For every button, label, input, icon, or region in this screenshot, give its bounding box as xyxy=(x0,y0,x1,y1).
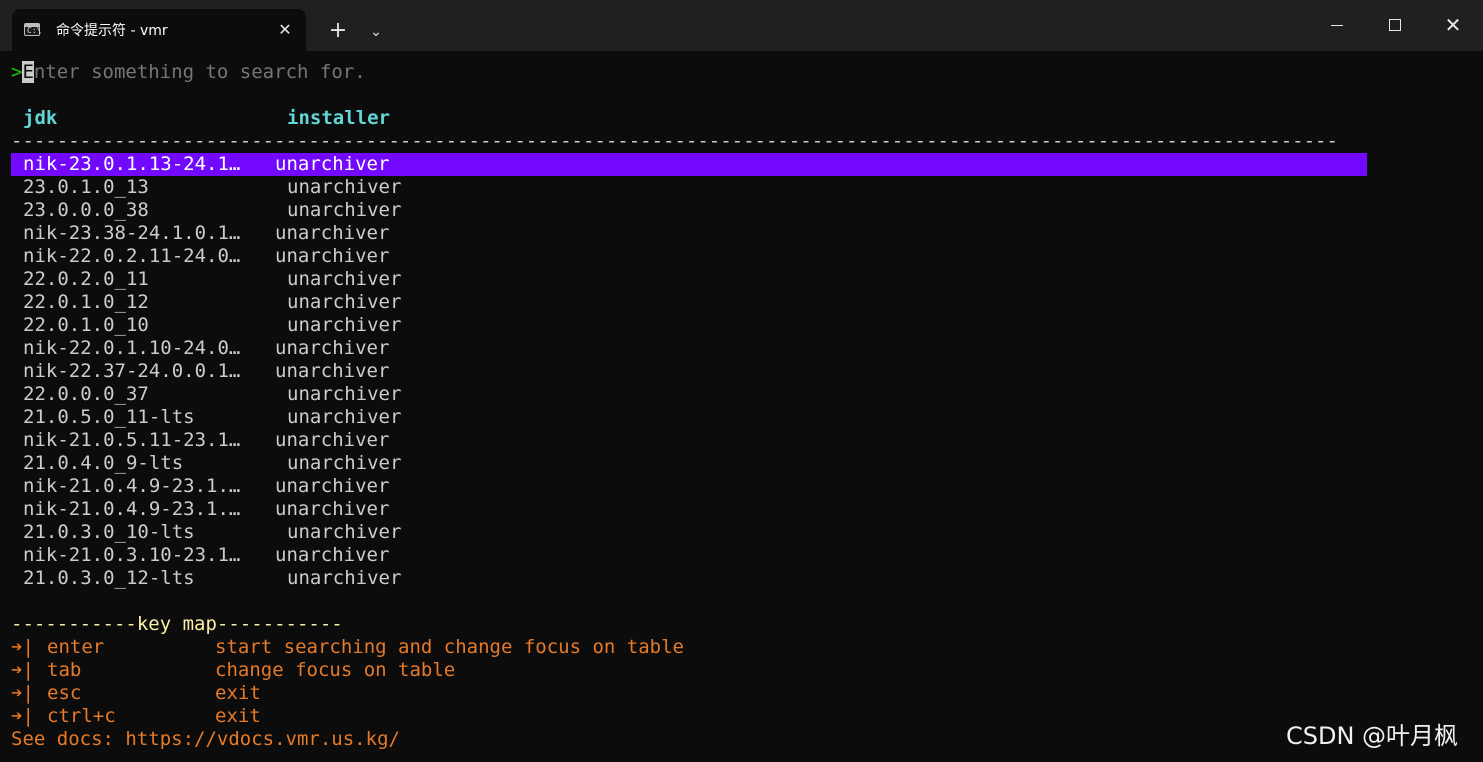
keymap-description: start searching and change focus on tabl… xyxy=(215,636,684,658)
table-row-jdk[interactable]: 21.0.3.0_10-lts xyxy=(23,521,195,544)
table-row-jdk[interactable]: 23.0.1.0_13 xyxy=(23,176,149,199)
table-row-jdk[interactable]: 21.0.3.0_12-lts xyxy=(23,567,195,590)
table-row-jdk[interactable]: nik-21.0.3.10-23.1… xyxy=(23,544,240,567)
table-row-jdk[interactable]: 22.0.2.0_11 xyxy=(23,268,149,291)
keymap-title: -----------key map----------- xyxy=(11,613,343,635)
terminal-tab[interactable]: C:\ 命令提示符 - vmr ✕ xyxy=(12,9,306,51)
table-separator: ----------------------------------------… xyxy=(11,130,1338,152)
table-row-installer[interactable]: unarchiver xyxy=(287,567,401,590)
search-input[interactable]: >Enter something to search for. xyxy=(11,61,366,84)
table-row-jdk[interactable]: nik-22.37-24.0.0.1… xyxy=(23,360,240,383)
tab-title: 命令提示符 - vmr xyxy=(56,23,168,39)
watermark: CSDN @叶月枫 xyxy=(1286,722,1459,750)
keymap-description: exit xyxy=(215,682,261,704)
maximize-button[interactable] xyxy=(1375,8,1415,42)
table-row-installer[interactable]: unarchiver xyxy=(275,498,389,521)
table-row-jdk[interactable]: 22.0.1.0_10 xyxy=(23,314,149,337)
table-row-jdk[interactable]: nik-22.0.2.11-24.0… xyxy=(23,245,240,268)
table-row-installer[interactable]: unarchiver xyxy=(275,153,389,176)
table-row-installer[interactable]: unarchiver xyxy=(275,475,389,498)
search-placeholder: nter something to search for. xyxy=(33,61,366,83)
keymap-arrow-icon: ➔| xyxy=(11,659,34,681)
column-header-installer[interactable]: installer xyxy=(287,107,390,130)
table-row-jdk[interactable]: 22.0.1.0_12 xyxy=(23,291,149,314)
table-row-jdk[interactable]: nik-23.38-24.1.0.1… xyxy=(23,222,240,245)
table-row-jdk[interactable]: 22.0.0.0_37 xyxy=(23,383,149,406)
keymap-arrow-icon: ➔| xyxy=(11,636,34,658)
table-row-installer[interactable]: unarchiver xyxy=(275,429,389,452)
table-row-installer[interactable]: unarchiver xyxy=(275,337,389,360)
table-row-installer[interactable]: unarchiver xyxy=(275,245,389,268)
table-row-installer[interactable]: unarchiver xyxy=(275,222,389,245)
chevron-down-icon[interactable]: ⌄ xyxy=(362,18,390,46)
cmd-icon: C:\ xyxy=(24,23,41,36)
table-row-installer[interactable]: unarchiver xyxy=(287,406,401,429)
table-row-installer[interactable]: unarchiver xyxy=(287,199,401,222)
title-bar: C:\ 命令提示符 - vmr ✕ + ⌄ ✕ xyxy=(0,0,1483,51)
minimize-button[interactable] xyxy=(1317,8,1357,42)
text-cursor: E xyxy=(22,61,34,83)
table-row-jdk[interactable]: 21.0.5.0_11-lts xyxy=(23,406,195,429)
table-row-installer[interactable]: unarchiver xyxy=(287,383,401,406)
table-row-jdk[interactable]: nik-21.0.5.11-23.1… xyxy=(23,429,240,452)
table-row-installer[interactable]: unarchiver xyxy=(287,452,401,475)
close-tab-icon[interactable]: ✕ xyxy=(275,19,295,41)
table-row-installer[interactable]: unarchiver xyxy=(287,176,401,199)
keymap-key: esc xyxy=(47,682,82,704)
keymap-arrow-icon: ➔| xyxy=(11,682,34,704)
new-tab-button[interactable]: + xyxy=(323,16,353,46)
keymap-key: ctrl+c xyxy=(47,705,116,727)
docs-link[interactable]: https://vdocs.vmr.us.kg/ xyxy=(125,728,400,750)
table-row-jdk[interactable]: 21.0.4.0_9-lts xyxy=(23,452,183,475)
table-row-jdk[interactable]: nik-23.0.1.13-24.1… xyxy=(23,153,240,176)
docs-label: See docs: xyxy=(11,728,114,750)
table-row-installer[interactable]: unarchiver xyxy=(275,544,389,567)
table-row-jdk[interactable]: nik-21.0.4.9-23.1.… xyxy=(23,498,240,521)
table-row-installer[interactable]: unarchiver xyxy=(287,314,401,337)
keymap-description: change focus on table xyxy=(215,659,456,681)
docs-line: See docs: https://vdocs.vmr.us.kg/ xyxy=(11,728,400,751)
column-header-jdk[interactable]: jdk xyxy=(23,107,57,130)
table-row-installer[interactable]: unarchiver xyxy=(275,360,389,383)
table-row-installer[interactable]: unarchiver xyxy=(287,521,401,544)
table-row-jdk[interactable]: 23.0.0.0_38 xyxy=(23,199,149,222)
terminal-body[interactable]: >Enter something to search for. jdk inst… xyxy=(0,51,1483,762)
table-row-jdk[interactable]: nik-22.0.1.10-24.0… xyxy=(23,337,240,360)
keymap-description: exit xyxy=(215,705,261,727)
keymap-key: enter xyxy=(47,636,105,658)
table-row-jdk[interactable]: nik-21.0.4.9-23.1.… xyxy=(23,475,240,498)
close-window-button[interactable]: ✕ xyxy=(1433,8,1473,42)
keymap-key: tab xyxy=(47,659,82,681)
prompt-chevron: > xyxy=(11,61,23,83)
table-row-installer[interactable]: unarchiver xyxy=(287,268,401,291)
table-row-installer[interactable]: unarchiver xyxy=(287,291,401,314)
keymap-arrow-icon: ➔| xyxy=(11,705,34,727)
